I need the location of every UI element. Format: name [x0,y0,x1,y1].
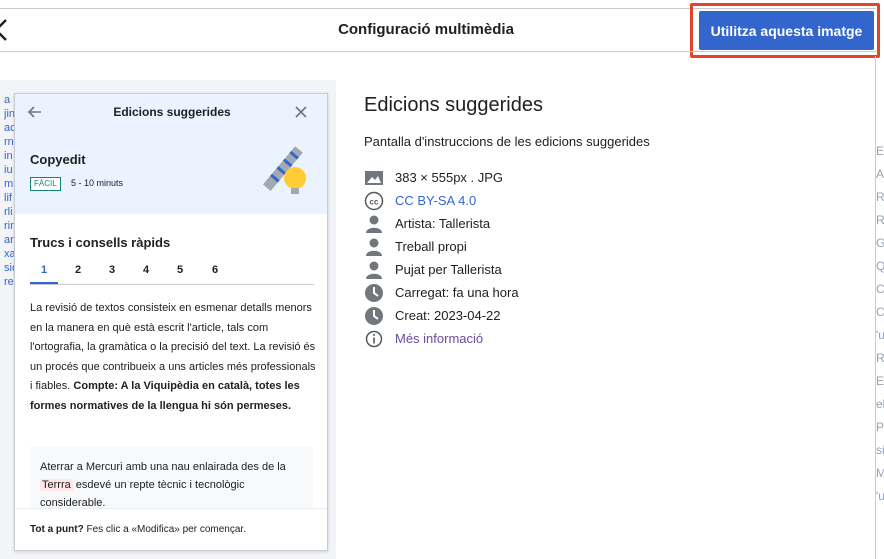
info-icon [365,330,383,348]
meta-own-work: Treball propi [364,236,764,259]
card-header: Edicions suggerides [15,94,327,130]
tip-body-text: La revisió de textos consisteix en esmen… [30,302,316,412]
tips-tabs: 1 2 3 4 5 6 [30,259,314,285]
meta-more-info[interactable]: Més informació [364,328,764,351]
metadata-list: 383 × 555px . JPG cc CC BY-SA 4.0 Artist… [364,167,764,351]
meta-uploader: Pujat per Tallerista [364,259,764,282]
card-footer: Tot a punt? Fes clic a «Modifica» per co… [15,508,327,550]
image-preview-card: Edicions suggerides Copyedit FÀCIL 5 - 1… [14,93,328,551]
tab-1: 1 [40,264,48,276]
meta-dimensions: 383 × 555px . JPG [364,167,764,190]
image-icon [365,171,383,185]
tips-heading: Trucs i consells ràpids [30,235,171,250]
meta-license[interactable]: cc CC BY-SA 4.0 [364,190,764,213]
media-title: Edicions suggerides [364,94,543,116]
tab-2: 2 [74,264,82,276]
meta-artist: Artista: Tallerista [364,213,764,236]
copyedit-illustration-icon [262,146,306,194]
card-title: Edicions suggerides [113,105,231,119]
active-tab-indicator [30,282,58,284]
user-icon [366,238,382,256]
user-icon [366,261,382,279]
svg-text:cc: cc [370,198,379,207]
tab-4: 4 [142,264,150,276]
tab-5: 5 [176,264,184,276]
tab-3: 3 [108,264,116,276]
meta-created: Creat: 2023-04-22 [364,305,764,328]
use-this-image-button[interactable]: Utilitza aquesta imatge [699,11,874,50]
footer-text: Tot a punt? Fes clic a «Modifica» per co… [30,524,246,535]
example-box: Aterrar a Mercuri amb una nau enlairada … [30,447,313,509]
dialog-header: Configuració multimèdia Utilitza aquesta… [0,0,884,58]
time-estimate: 5 - 10 minuts [71,178,124,188]
clock-icon [365,307,383,325]
user-icon [366,215,382,233]
example-text: Aterrar a Mercuri amb una nau enlairada … [40,461,286,509]
clock-icon [365,284,383,302]
background-text-right: EARRGQCC'uREelPsiM'u [876,144,884,503]
tab-6: 6 [211,264,219,276]
card-close-icon [295,106,307,118]
header-divider-bottom [0,51,876,52]
hero-title: Copyedit [30,152,86,167]
more-info-link[interactable]: Més informació [395,331,483,346]
difficulty-badge: FÀCIL [30,177,61,191]
media-description: Pantalla d'instruccions de les edicions … [364,134,650,149]
license-link[interactable]: CC BY-SA 4.0 [395,193,476,208]
cc-license-icon: cc [364,191,384,211]
meta-uploaded: Carregat: fa una hora [364,282,764,305]
card-hero: Copyedit FÀCIL 5 - 10 minuts [15,130,327,214]
typo-highlight: Terrra [40,479,73,491]
